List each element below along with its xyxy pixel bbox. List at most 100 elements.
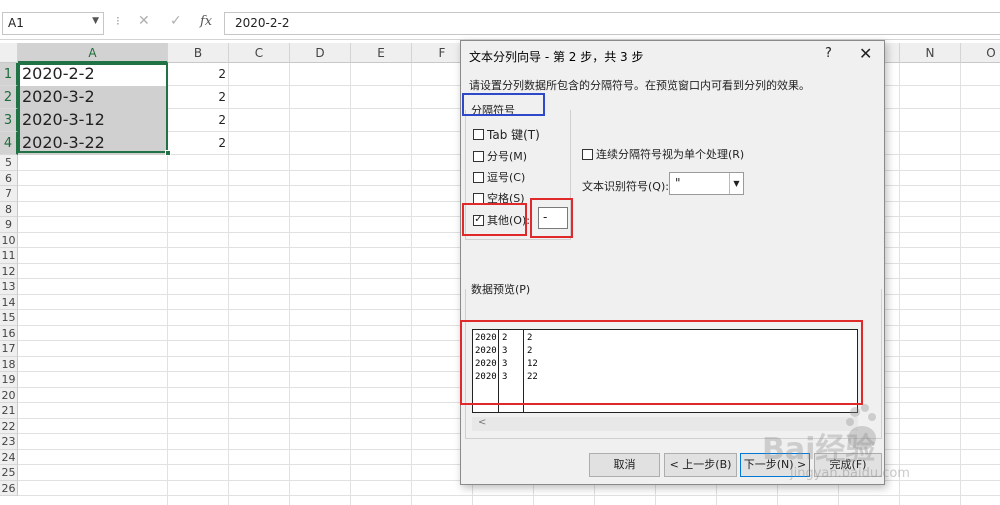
row-header[interactable]: 17 — [0, 341, 18, 357]
insert-function-icon[interactable]: fx — [200, 14, 212, 29]
gridline — [18, 495, 1000, 496]
preview-cell: 22 — [527, 372, 538, 382]
chevron-down-icon[interactable]: ▼ — [729, 173, 743, 194]
column-header[interactable]: D — [290, 43, 351, 63]
next-button[interactable]: 下一步(N) > — [740, 453, 810, 477]
checkbox-icon[interactable] — [473, 129, 484, 140]
formula-input[interactable]: 2020-2-2 — [224, 12, 1000, 35]
checkbox-space-label: 空格(S) — [487, 192, 525, 205]
row-header[interactable]: 20 — [0, 387, 18, 403]
checkbox-consecutive[interactable]: 连续分隔符号视为单个处理(R) — [582, 146, 744, 162]
row-header[interactable]: 5 — [0, 155, 18, 171]
cell[interactable]: 2 — [168, 63, 229, 86]
gridline — [899, 63, 900, 505]
checkbox-icon[interactable] — [582, 148, 593, 160]
checkbox-other[interactable]: ✓ 其他(O): — [473, 212, 530, 228]
row-header[interactable]: 22 — [0, 418, 18, 434]
row-header[interactable]: 11 — [0, 248, 18, 264]
checkbox-tab[interactable]: Tab 键(T) — [473, 126, 540, 143]
cell[interactable]: 2 — [168, 86, 229, 109]
checkbox-space[interactable]: 空格(S) — [473, 190, 525, 206]
row-header[interactable]: 2 — [0, 86, 18, 109]
column-header[interactable]: N — [900, 43, 961, 63]
row-header[interactable]: 6 — [0, 170, 18, 186]
text-qualifier-label: 文本识别符号(Q): — [582, 180, 669, 193]
checkbox-icon[interactable] — [473, 150, 484, 162]
instruction-text: 请设置分列数据所包含的分隔符号。在预览窗口内可看到分列的效果。 — [469, 79, 810, 92]
row-header[interactable]: 21 — [0, 403, 18, 419]
column-header[interactable]: C — [229, 43, 290, 63]
preview-cell: 2 — [527, 346, 533, 356]
row-header[interactable]: 9 — [0, 217, 18, 233]
row-header[interactable]: 26 — [0, 480, 18, 496]
fill-handle[interactable] — [165, 150, 171, 156]
checkbox-icon[interactable] — [473, 192, 484, 204]
row-header[interactable]: 24 — [0, 449, 18, 465]
dialog-title: 文本分列向导 - 第 2 步，共 3 步 — [469, 50, 644, 64]
checkmark-icon[interactable]: ✓ — [473, 214, 484, 226]
more-icon: ⁝ — [116, 14, 120, 28]
help-button[interactable]: ? — [825, 46, 832, 61]
gridline — [350, 63, 351, 505]
gridline — [960, 63, 961, 505]
column-header[interactable]: O — [961, 43, 1000, 63]
cancel-button[interactable]: 取消 — [589, 453, 660, 477]
preview-cell: 2020 — [475, 372, 497, 382]
select-all-corner[interactable] — [0, 43, 18, 63]
back-button[interactable]: < 上一步(B) — [664, 453, 737, 477]
finish-button[interactable]: 完成(F) — [814, 453, 882, 477]
row-header[interactable]: 8 — [0, 201, 18, 217]
delimiter-group-label: 分隔符号 — [471, 104, 515, 117]
text-qualifier-value: " — [675, 176, 681, 190]
row-header[interactable]: 19 — [0, 372, 18, 388]
gridline — [289, 63, 290, 505]
data-preview[interactable]: 2020 2 2 2020 3 2 2020 3 12 2020 3 22 — [472, 329, 858, 413]
checkbox-consecutive-label: 连续分隔符号视为单个处理(R) — [596, 148, 745, 161]
close-button[interactable]: ✕ — [859, 44, 872, 63]
cell[interactable]: 2 — [168, 132, 229, 155]
row-header[interactable]: 16 — [0, 325, 18, 341]
preview-cell: 2020 — [475, 333, 497, 343]
preview-cell: 3 — [502, 372, 508, 382]
preview-cell: 3 — [502, 346, 508, 356]
other-delimiter-input[interactable]: - — [538, 207, 568, 229]
text-qualifier-select[interactable]: " ▼ — [669, 172, 744, 195]
checkbox-semicolon[interactable]: 分号(M) — [473, 148, 527, 164]
cell[interactable]: 2020-3-2 — [18, 86, 168, 109]
preview-horizontal-scrollbar[interactable]: < — [472, 417, 858, 431]
column-header[interactable]: A — [18, 43, 168, 63]
column-header[interactable]: B — [168, 43, 229, 63]
row-header[interactable]: 7 — [0, 186, 18, 202]
row-header[interactable]: 12 — [0, 263, 18, 279]
preview-cell: 2 — [502, 333, 508, 343]
row-header[interactable]: 25 — [0, 465, 18, 481]
row-header[interactable]: 23 — [0, 434, 18, 450]
cancel-icon[interactable]: ✕ — [138, 13, 150, 29]
text-to-columns-dialog: 文本分列向导 - 第 2 步，共 3 步 ? ✕ 请设置分列数据所包含的分隔符号… — [460, 40, 885, 485]
row-header[interactable]: 18 — [0, 356, 18, 372]
chevron-down-icon[interactable]: ▼ — [92, 16, 99, 26]
column-header[interactable]: E — [351, 43, 412, 63]
row-header[interactable]: 3 — [0, 109, 18, 132]
preview-cell: 2020 — [475, 359, 497, 369]
checkbox-comma-label: 逗号(C) — [487, 171, 526, 184]
cell[interactable]: 2020-3-22 — [18, 132, 168, 155]
cell[interactable]: 2 — [168, 109, 229, 132]
checkbox-comma[interactable]: 逗号(C) — [473, 169, 525, 185]
row-header[interactable]: 10 — [0, 232, 18, 248]
row-header[interactable]: 1 — [0, 63, 18, 86]
excel-window: A1 ▼ ⁝ ✕ ✓ fx 2020-2-2 ABCDEFGHIJKLMNO 1… — [0, 0, 1000, 505]
checkbox-icon[interactable] — [473, 171, 484, 183]
preview-cell: 12 — [527, 359, 538, 369]
preview-cell: 2020 — [475, 346, 497, 356]
cell[interactable]: 2020-3-12 — [18, 109, 168, 132]
row-header[interactable]: 14 — [0, 294, 18, 310]
formula-bar: A1 ▼ ⁝ ✕ ✓ fx 2020-2-2 — [0, 0, 1000, 40]
cell[interactable]: 2020-2-2 — [18, 63, 168, 86]
name-box[interactable]: A1 ▼ — [2, 12, 104, 35]
row-header[interactable]: 15 — [0, 310, 18, 326]
row-header[interactable]: 13 — [0, 279, 18, 295]
scroll-left-icon[interactable]: < — [478, 417, 486, 428]
confirm-icon[interactable]: ✓ — [170, 13, 182, 29]
row-header[interactable]: 4 — [0, 132, 18, 155]
